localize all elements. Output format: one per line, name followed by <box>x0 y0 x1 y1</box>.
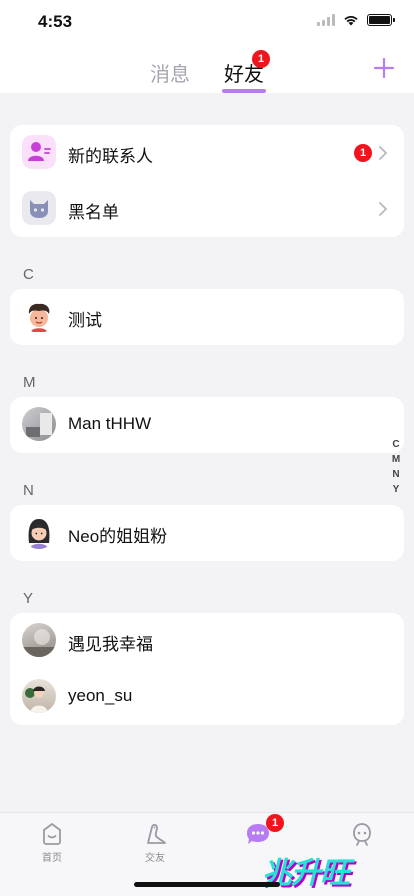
contact-name: Man tHHW <box>68 414 152 433</box>
chevron-right-icon <box>379 146 388 160</box>
status-bar: 4:53 <box>0 0 414 46</box>
top-items-card: 新的联系人 1 黑名单 <box>10 125 404 237</box>
new-contacts-label: 新的联系人 <box>68 147 153 166</box>
contact-row[interactable]: 遇见我幸福 <box>10 613 404 669</box>
home-icon <box>43 823 61 845</box>
index-letter-y[interactable]: Y <box>390 482 402 497</box>
contact-name: Neo的姐姐粉 <box>68 527 168 546</box>
contact-name: 遇见我幸福 <box>68 635 153 654</box>
contact-row[interactable]: Man tHHW <box>10 397 404 453</box>
blacklist-icon <box>22 191 56 225</box>
contact-name: yeon_su <box>68 686 133 705</box>
nav-profile[interactable] <box>332 821 392 847</box>
new-contacts-badge: 1 <box>354 144 372 162</box>
section-letter-n: N <box>23 482 34 499</box>
dinosaur-icon <box>147 823 166 844</box>
new-contact-icon <box>22 135 56 169</box>
index-letter-m[interactable]: M <box>390 452 402 467</box>
contact-row[interactable]: 测试 <box>10 289 404 345</box>
index-letter-n[interactable]: N <box>390 467 402 482</box>
avatar <box>22 515 56 549</box>
section-letter-m: M <box>23 374 36 391</box>
chevron-right-icon <box>379 202 388 216</box>
tab-friends-badge: 1 <box>252 50 270 68</box>
signal-icon <box>317 14 335 26</box>
header: 消息 好友 1 <box>0 46 414 93</box>
nav-home[interactable]: 首页 <box>22 821 82 864</box>
contact-row[interactable]: yeon_su <box>10 669 404 725</box>
section-letter-c: C <box>23 266 34 283</box>
status-time: 4:53 <box>38 12 73 31</box>
status-icons <box>317 14 395 26</box>
avatar <box>22 623 56 657</box>
ghost-icon <box>353 823 371 846</box>
section-n-card: Neo的姐姐粉 <box>10 505 404 561</box>
add-friend-button[interactable] <box>372 56 396 80</box>
section-c-card: 测试 <box>10 289 404 345</box>
blacklist-label: 黑名单 <box>68 203 119 222</box>
section-letter-y: Y <box>23 590 34 607</box>
new-contacts-row[interactable]: 新的联系人 1 <box>10 125 404 181</box>
index-letter-c[interactable]: C <box>390 437 402 452</box>
avatar <box>22 299 56 333</box>
alphabet-index[interactable]: C M N Y <box>390 437 402 497</box>
home-indicator <box>134 882 280 887</box>
wifi-icon <box>344 16 358 26</box>
blacklist-row[interactable]: 黑名单 <box>10 181 404 237</box>
nav-home-label: 首页 <box>42 853 62 864</box>
contact-name: 测试 <box>68 311 102 330</box>
contact-row[interactable]: Neo的姐姐粉 <box>10 505 404 561</box>
nav-make-friends-label: 交友 <box>145 853 165 864</box>
nav-chat-badge: 1 <box>266 814 284 832</box>
battery-icon <box>367 14 395 26</box>
tab-active-indicator <box>222 89 266 93</box>
avatar <box>22 679 56 713</box>
avatar <box>22 407 56 441</box>
nav-make-friends[interactable]: 交友 <box>125 821 185 864</box>
section-m-card: Man tHHW <box>10 397 404 453</box>
section-y-card: 遇见我幸福 yeon_su <box>10 613 404 725</box>
tab-messages[interactable]: 消息 <box>150 58 190 87</box>
